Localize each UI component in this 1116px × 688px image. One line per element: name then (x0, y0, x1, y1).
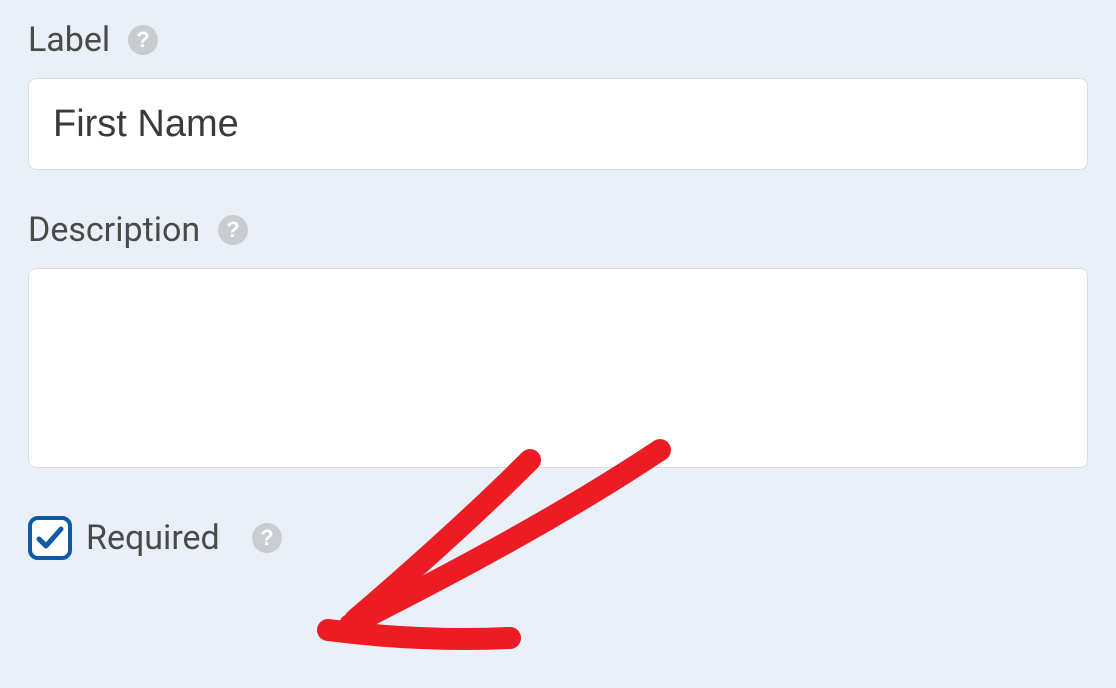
help-icon[interactable]: ? (128, 25, 158, 55)
svg-text:?: ? (226, 217, 239, 242)
help-icon[interactable]: ? (218, 215, 248, 245)
help-icon[interactable]: ? (252, 523, 282, 553)
required-row: Required ? (28, 516, 1088, 560)
description-caption: Description (28, 210, 200, 250)
required-caption: Required (86, 518, 220, 558)
svg-text:?: ? (260, 525, 273, 550)
label-input[interactable] (28, 78, 1088, 170)
label-field-group: Label ? (28, 20, 1088, 170)
svg-text:?: ? (136, 27, 149, 52)
required-checkbox[interactable] (28, 516, 72, 560)
description-row: Description ? (28, 210, 1088, 250)
description-input[interactable] (28, 268, 1088, 468)
description-field-group: Description ? (28, 210, 1088, 472)
label-row: Label ? (28, 20, 1088, 60)
label-caption: Label (28, 20, 110, 60)
